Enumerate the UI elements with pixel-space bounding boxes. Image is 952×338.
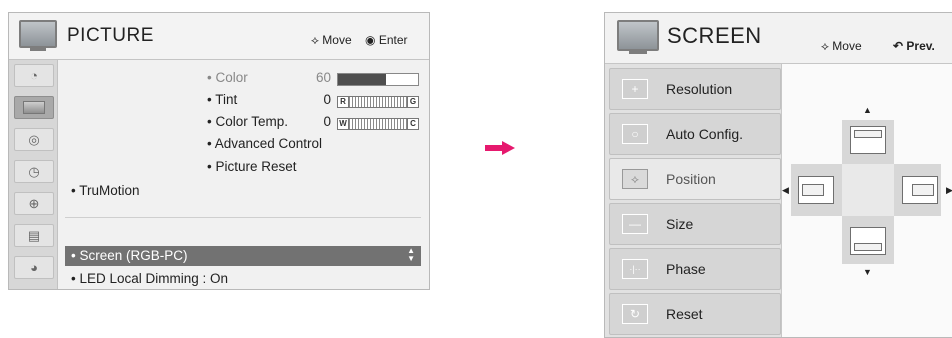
menu-item-led-local-dimming[interactable]: • LED Local Dimming : On — [71, 271, 228, 286]
screen-options-menu: + Resolution ○ Auto Config. ⟡ Position —… — [605, 64, 782, 337]
color-level-fill — [338, 74, 386, 85]
tv-icon — [617, 20, 659, 54]
position-arrows-icon: ⟡ — [622, 169, 648, 189]
reset-button[interactable]: ↻ Reset — [609, 293, 781, 335]
lock-icon[interactable]: ⊕ — [14, 192, 54, 215]
prev-hint: ↶ Prev. — [893, 39, 935, 53]
position-left-frame[interactable] — [798, 176, 834, 204]
picture-menu-panel: PICTURE ⟡ Move ◉ Enter ◔ ◎ ◷ ⊕ ▤ ◕ • Col… — [8, 12, 430, 290]
picture-header: PICTURE ⟡ Move ◉ Enter — [9, 13, 429, 60]
reset-label: Reset — [666, 306, 703, 322]
picture-title: PICTURE — [67, 25, 154, 46]
transition-arrow-icon — [485, 141, 515, 155]
position-up-frame[interactable] — [850, 126, 886, 154]
submenu-color-temp-value: 0 — [323, 114, 331, 129]
resolution-button[interactable]: + Resolution — [609, 68, 781, 110]
phase-label: Phase — [666, 261, 706, 277]
submenu-advanced-control[interactable]: • Advanced Control — [207, 136, 322, 151]
up-down-arrows-icon: ▲ ▼ — [407, 246, 415, 263]
resolution-label: Resolution — [666, 81, 733, 97]
arrow-down-icon[interactable]: ▼ — [863, 268, 872, 277]
position-button-active[interactable]: ⟡ Position — [609, 158, 781, 200]
tint-gauge-left: R — [337, 96, 349, 108]
plus-icon: + — [622, 79, 648, 99]
reset-icon: ↻ — [622, 304, 648, 324]
color-temp-gauge[interactable]: W C — [337, 118, 419, 130]
size-label: Size — [666, 216, 694, 232]
globe-icon[interactable]: ◕ — [14, 256, 54, 279]
screen-title: SCREEN — [667, 23, 762, 48]
size-line-icon: — — [622, 214, 648, 234]
auto-config-button[interactable]: ○ Auto Config. — [609, 113, 781, 155]
color-temp-gauge-right: C — [407, 118, 419, 130]
move-hint: ⟡ Move — [311, 33, 352, 48]
phase-icon: ·|·· — [622, 259, 648, 279]
picture-sidebar: ◔ ◎ ◷ ⊕ ▤ ◕ — [9, 60, 58, 289]
arrow-left-icon[interactable]: ◀ — [782, 186, 789, 195]
position-pad-center — [842, 164, 894, 216]
speaker-icon[interactable]: ◎ — [14, 128, 54, 151]
submenu-picture-reset[interactable]: • Picture Reset — [207, 159, 297, 174]
back-button-icon: ↶ — [893, 39, 904, 53]
color-temp-gauge-left: W — [337, 118, 349, 130]
prev-hint-label: Prev. — [906, 39, 935, 53]
circle-icon: ○ — [622, 124, 648, 144]
size-button[interactable]: — Size — [609, 203, 781, 245]
tint-gauge-right: G — [407, 96, 419, 108]
submenu-tint-value: 0 — [323, 92, 331, 107]
move-arrows-icon: ⟡ — [821, 39, 829, 53]
screen-menu-panel: SCREEN ⟡ Move ↶ Prev. + Resolution ○ Aut… — [604, 12, 952, 338]
tv-picture-icon[interactable] — [14, 96, 54, 119]
move-arrows-icon: ⟡ — [311, 33, 319, 47]
position-right-frame[interactable] — [902, 176, 938, 204]
tint-gauge[interactable]: R G — [337, 96, 419, 108]
tv-icon — [19, 20, 57, 51]
menu-item-screen-label: • Screen (RGB-PC) — [71, 248, 188, 263]
position-adjust-pad[interactable]: ▲ ▼ ◀ ▶ — [782, 64, 952, 337]
menu-divider — [65, 217, 421, 218]
color-level-bar[interactable] — [337, 73, 419, 86]
arrow-right-icon[interactable]: ▶ — [946, 186, 952, 195]
enter-hint-label: Enter — [378, 33, 408, 47]
move-hint-label: Move — [322, 33, 352, 47]
screen-header: SCREEN ⟡ Move ↶ Prev. — [605, 13, 952, 64]
submenu-color-temp-label[interactable]: • Color Temp. — [207, 114, 288, 129]
auto-config-label: Auto Config. — [666, 126, 744, 142]
submenu-color-value: 60 — [315, 70, 331, 85]
position-label: Position — [666, 171, 716, 187]
enter-hint: ◉ Enter — [365, 33, 408, 47]
option-icon[interactable]: ▤ — [14, 224, 54, 247]
arrow-up-icon[interactable]: ▲ — [863, 106, 872, 115]
clock-icon[interactable]: ◷ — [14, 160, 54, 183]
phase-button[interactable]: ·|·· Phase — [609, 248, 781, 290]
move-hint-label: Move — [832, 39, 862, 53]
satellite-dish-icon[interactable]: ◔ — [14, 64, 54, 87]
enter-button-icon: ◉ — [365, 33, 376, 47]
menu-item-trumotion[interactable]: • TruMotion — [71, 183, 140, 198]
menu-item-screen-selected[interactable]: • Screen (RGB-PC) ▲ ▼ — [65, 246, 421, 266]
move-hint: ⟡ Move — [821, 39, 862, 54]
submenu-tint-label[interactable]: • Tint — [207, 92, 237, 107]
position-down-frame[interactable] — [850, 227, 886, 255]
submenu-color-label[interactable]: • Color — [207, 70, 248, 85]
